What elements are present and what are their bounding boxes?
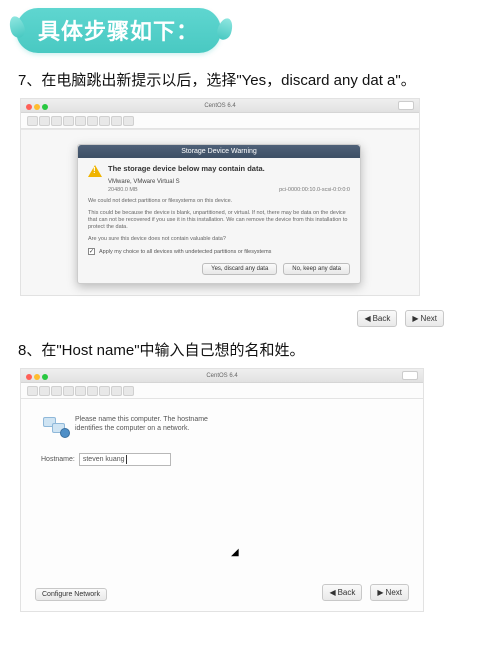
keep-button[interactable]: No, keep any data: [283, 263, 350, 275]
network-computers-icon: [43, 415, 69, 437]
device-name: VMware, VMware Virtual S: [108, 179, 180, 185]
text-caret-icon: [126, 455, 127, 464]
vm-toolbar: [21, 383, 423, 399]
warning-icon: [88, 165, 102, 177]
window-toggle-icon: [398, 101, 414, 110]
step-8-text: 8、在"Host name"中输入自己想的名和姓。: [0, 337, 500, 366]
arrow-right-icon: ▶: [412, 314, 418, 323]
checkbox-icon: ✓: [88, 248, 95, 255]
configure-network-button[interactable]: Configure Network: [35, 588, 107, 601]
back-button[interactable]: ◀Back: [322, 584, 362, 601]
hostname-intro-text: Please name this computer. The hostname …: [75, 415, 225, 433]
mouse-cursor-icon: ◢: [231, 547, 239, 558]
step-8-nav: ◀Back ▶Next: [322, 584, 409, 601]
header: 具体步骤如下：: [0, 0, 500, 67]
storage-warning-dialog: Storage Device Warning The storage devic…: [77, 144, 361, 284]
vm-toolbar: [21, 113, 419, 129]
dialog-title: Storage Device Warning: [78, 145, 360, 158]
next-button[interactable]: ▶Next: [405, 310, 444, 327]
dialog-p1: We could not detect partitions or filesy…: [88, 198, 350, 205]
traffic-lights-icon: [26, 102, 50, 116]
window-titlebar: CentOS 6.4: [21, 369, 423, 383]
header-title: 具体步骤如下：: [16, 8, 221, 53]
traffic-lights-icon: [26, 372, 50, 386]
step-7-nav: ◀Back ▶Next: [0, 310, 444, 327]
hostname-label: Hostname:: [41, 456, 75, 463]
window-title: CentOS 6.4: [206, 373, 237, 379]
device-bus: pci-0000:00:10.0-scsi-0:0:0:0: [279, 187, 350, 193]
next-button[interactable]: ▶Next: [370, 584, 409, 601]
step-8-screenshot: CentOS 6.4 Please name this computer. Th…: [20, 368, 424, 612]
apply-all-label: Apply my choice to all devices with unde…: [99, 249, 271, 255]
back-button[interactable]: ◀Back: [357, 310, 397, 327]
step-7-text: 7、在电脑跳出新提示以后，选择"Yes，discard any dat a"。: [0, 67, 500, 96]
arrow-right-icon: ▶: [377, 588, 383, 597]
apply-all-checkbox[interactable]: ✓ Apply my choice to all devices with un…: [88, 248, 350, 255]
arrow-left-icon: ◀: [329, 588, 335, 597]
discard-button[interactable]: Yes, discard any data: [202, 263, 277, 275]
dialog-p2: This could be because the device is blan…: [88, 210, 350, 231]
installer-canvas: Please name this computer. The hostname …: [21, 399, 423, 611]
dialog-heading: The storage device below may contain dat…: [108, 164, 265, 173]
device-size: 20480.0 MB: [108, 187, 138, 193]
hostname-input[interactable]: steven kuang: [79, 453, 171, 466]
hostname-row: Hostname: steven kuang: [41, 453, 171, 466]
dialog-p3: Are you sure this device does not contai…: [88, 236, 350, 243]
window-titlebar: CentOS 6.4: [21, 99, 419, 113]
step-7-screenshot: CentOS 6.4 Storage Device Warning The st…: [20, 98, 420, 296]
arrow-left-icon: ◀: [364, 314, 370, 323]
window-toggle-icon: [402, 371, 418, 380]
window-title: CentOS 6.4: [204, 103, 235, 109]
hostname-intro: Please name this computer. The hostname …: [43, 415, 225, 437]
installer-canvas: Storage Device Warning The storage devic…: [21, 129, 419, 295]
